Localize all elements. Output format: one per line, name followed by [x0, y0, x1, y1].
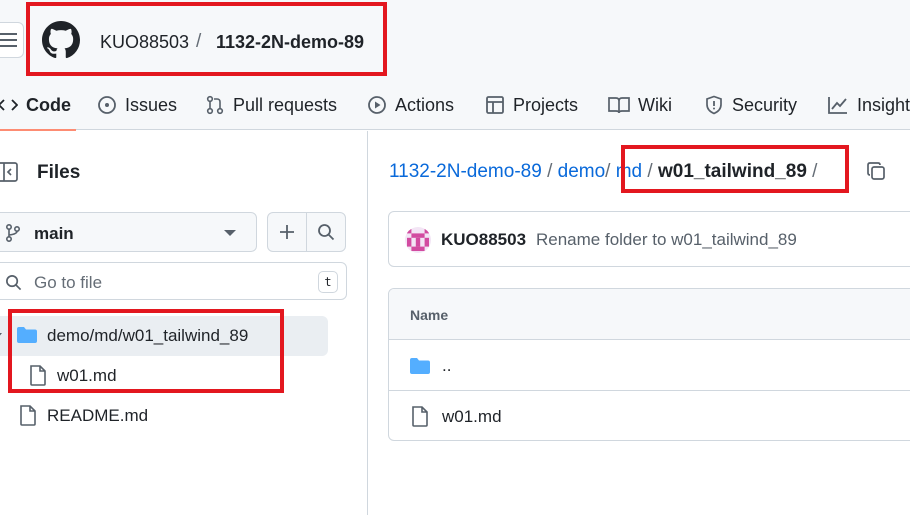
play-icon	[368, 96, 386, 114]
plus-icon	[280, 225, 294, 239]
repo-link[interactable]: 1132-2N-demo-89	[216, 32, 364, 53]
go-to-file-placeholder: Go to file	[34, 273, 103, 292]
table-row[interactable]: w01.md	[389, 390, 910, 440]
identicon-icon	[407, 229, 429, 251]
issue-icon	[98, 96, 116, 114]
add-file-button[interactable]	[267, 212, 307, 252]
owner-link[interactable]: KUO88503	[100, 32, 189, 53]
repo-header: KUO88503 / 1132-2N-demo-89	[0, 0, 910, 80]
avatar[interactable]	[405, 227, 431, 253]
tree-item-label: w01.md	[57, 366, 117, 385]
breadcrumb-repo-link[interactable]: 1132-2N-demo-89	[389, 161, 542, 182]
breadcrumb-md-link[interactable]: md	[616, 161, 642, 182]
breadcrumb-separator: /	[647, 161, 653, 182]
file-icon	[412, 406, 428, 427]
commit-message[interactable]: Rename folder to w01_tailwind_89	[536, 230, 797, 250]
row-label: ..	[442, 356, 452, 375]
menu-button[interactable]	[0, 22, 24, 58]
tab-label: Projects	[513, 94, 579, 115]
branch-name: main	[34, 224, 74, 243]
row-label: w01.md	[442, 407, 502, 426]
search-button[interactable]	[306, 212, 346, 252]
tab-insights[interactable]: Insights	[827, 80, 910, 130]
breadcrumb-current: w01_tailwind_89	[657, 161, 807, 182]
table-icon	[486, 96, 504, 114]
tab-label: Insights	[857, 94, 910, 115]
tab-label: Wiki	[638, 94, 672, 115]
breadcrumb-separator: /	[547, 161, 553, 182]
copy-path-button[interactable]	[863, 158, 889, 184]
table-row[interactable]: ..	[389, 340, 910, 390]
tab-actions[interactable]: Actions	[367, 80, 454, 130]
breadcrumb: 1132-2N-demo-89 / demo/ md / w01_tailwin…	[389, 161, 817, 183]
tab-label: Pull requests	[233, 94, 338, 115]
tab-pull-requests[interactable]: Pull requests	[205, 80, 337, 130]
github-logo-icon[interactable]	[42, 21, 80, 59]
chevron-down-icon	[224, 230, 236, 236]
path-separator: /	[196, 31, 202, 52]
tree-item-folder[interactable]: demo/md/w01_tailwind_89	[0, 316, 328, 356]
breadcrumb-demo-link[interactable]: demo	[558, 161, 606, 182]
tree-item-label: demo/md/w01_tailwind_89	[47, 326, 249, 345]
folder-icon	[17, 327, 37, 343]
file-list-table: Name .. w01.md	[388, 288, 910, 441]
branch-select-button[interactable]: main	[0, 212, 257, 252]
go-to-file-input[interactable]: Go to file t	[0, 262, 347, 300]
search-icon	[318, 224, 335, 241]
breadcrumb-separator: /	[605, 161, 611, 182]
breadcrumb-separator: /	[812, 161, 818, 182]
tab-security[interactable]: Security	[704, 80, 797, 130]
search-icon	[6, 275, 22, 291]
collapse-sidebar-button[interactable]	[0, 155, 24, 189]
tab-label: Issues	[125, 94, 178, 115]
tab-label: Actions	[395, 94, 455, 115]
file-tree-sidebar: Files main Go to file t demo/md/w01_tail…	[0, 131, 368, 515]
commit-author[interactable]: KUO88503	[441, 230, 526, 250]
repo-nav: Code Issues Pull requests Actions Projec…	[0, 80, 910, 131]
file-icon	[20, 405, 36, 426]
tab-label: Code	[26, 94, 71, 115]
tree-item-label: README.md	[47, 406, 149, 425]
tab-wiki[interactable]: Wiki	[608, 80, 672, 130]
latest-commit: KUO88503 Rename folder to w01_tailwind_8…	[388, 211, 910, 267]
copy-icon	[867, 162, 885, 180]
folder-icon	[410, 358, 430, 374]
table-header: Name	[389, 289, 910, 340]
hamburger-icon	[0, 33, 17, 47]
tab-issues[interactable]: Issues	[97, 80, 177, 130]
keyboard-shortcut-hint: t	[318, 271, 338, 293]
tab-projects[interactable]: Projects	[485, 80, 578, 130]
code-icon	[0, 99, 18, 111]
shield-icon	[706, 95, 722, 115]
main-content: 1132-2N-demo-89 / demo/ md / w01_tailwin…	[369, 131, 910, 515]
tab-label: Security	[732, 94, 798, 115]
tree-item-file[interactable]: w01.md	[0, 356, 328, 396]
book-icon	[608, 97, 630, 114]
sidebar-title: Files	[37, 162, 81, 183]
tree-item-file[interactable]: README.md	[0, 396, 328, 436]
branch-icon	[5, 223, 21, 243]
file-icon	[30, 365, 46, 386]
sidebar-collapse-icon	[0, 162, 18, 182]
pull-request-icon	[206, 95, 224, 115]
tab-code[interactable]: Code	[0, 80, 76, 131]
graph-icon	[828, 97, 847, 114]
column-header-name: Name	[410, 307, 449, 323]
chevron-down-icon	[0, 333, 2, 336]
